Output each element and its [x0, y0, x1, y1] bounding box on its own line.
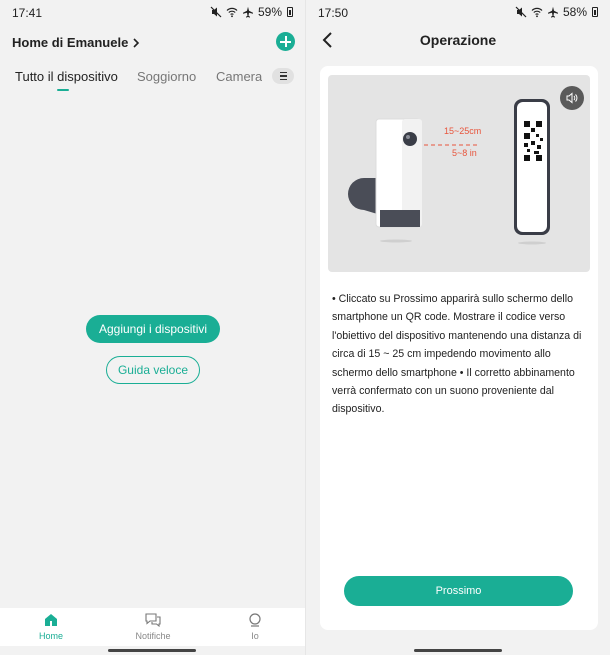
instruction-text: • Cliccato su Prossimo apparirà sullo sc… — [332, 293, 582, 416]
chevron-right-icon — [133, 37, 140, 48]
status-icons: 59% — [210, 5, 293, 19]
wifi-icon — [531, 7, 543, 18]
tab-bedroom[interactable]: Camera da letto — [216, 69, 262, 84]
home-screen: 17:41 59% Home di Emanuele Tutto il disp… — [0, 0, 305, 655]
battery-icon — [287, 7, 293, 17]
mute-icon — [515, 6, 527, 18]
airplane-icon — [547, 6, 558, 18]
nav-home-label: Home — [38, 631, 63, 641]
nav-home[interactable]: Home — [21, 612, 81, 641]
add-device-button[interactable] — [276, 32, 295, 51]
pairing-illustration: 15~25cm 5~8 in — [328, 75, 590, 272]
profile-icon — [249, 613, 261, 627]
tab-all-devices[interactable]: Tutto il dispositivo — [15, 69, 118, 84]
room-tabs: Tutto il dispositivo Soggiorno Camera da… — [0, 68, 305, 93]
mute-icon — [210, 6, 222, 18]
next-button[interactable]: Prossimo — [344, 576, 573, 606]
nav-profile[interactable]: Io — [225, 612, 285, 641]
status-bar: 17:41 59% — [0, 0, 305, 26]
status-time: 17:41 — [12, 6, 43, 20]
chat-icon — [145, 613, 161, 627]
add-devices-button[interactable]: Aggiungi i dispositivi — [86, 315, 220, 343]
active-tab-indicator — [57, 89, 69, 91]
quick-guide-button[interactable]: Guida veloce — [106, 356, 200, 384]
nav-notifications[interactable]: Notifiche — [123, 612, 183, 641]
bottom-navigation: Home Notifiche Io — [0, 608, 305, 646]
home-name: Home di Emanuele — [12, 35, 129, 50]
gesture-bar — [108, 649, 196, 652]
gesture-bar — [414, 649, 502, 652]
battery-icon — [592, 7, 598, 17]
battery-percent: 58% — [562, 5, 587, 19]
battery-percent: 59% — [257, 5, 282, 19]
home-icon — [45, 614, 57, 626]
status-time: 17:50 — [318, 6, 349, 20]
distance-in-label: 5~8 in — [452, 148, 477, 158]
instruction-card: 15~25cm 5~8 in • Cliccato su Prossimo ap… — [320, 66, 598, 630]
distance-cm-label: 15~25cm — [444, 126, 481, 136]
speaker-icon — [566, 92, 578, 104]
tabs-menu-button[interactable] — [272, 68, 294, 84]
nav-profile-label: Io — [251, 631, 259, 641]
status-bar: 17:50 58% — [306, 0, 610, 26]
tab-living-room[interactable]: Soggiorno — [137, 69, 196, 84]
home-selector[interactable]: Home di Emanuele — [12, 35, 140, 50]
operation-screen: 17:50 58% Operazione 15~25cm 5~8 in • Cl… — [305, 0, 610, 655]
nav-notifications-label: Notifiche — [135, 631, 171, 641]
camera-phone-illustration: 15~25cm 5~8 in — [348, 99, 550, 245]
speaker-button[interactable] — [560, 86, 584, 110]
airplane-icon — [242, 6, 253, 18]
page-title: Operazione — [419, 32, 497, 48]
wifi-icon — [226, 7, 238, 18]
status-icons: 58% — [515, 5, 598, 19]
